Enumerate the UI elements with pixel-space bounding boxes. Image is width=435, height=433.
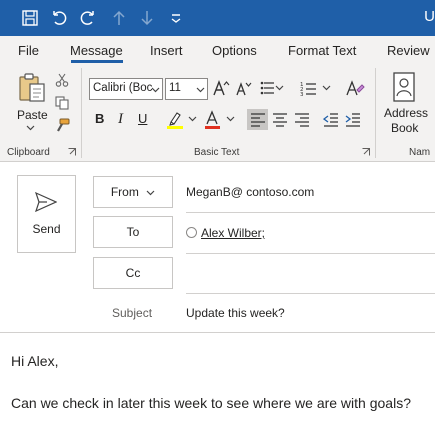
copy-icon[interactable] <box>55 96 69 110</box>
decrease-indent-icon[interactable] <box>323 112 339 128</box>
down-arrow-icon[interactable] <box>138 9 156 27</box>
increase-indent-icon[interactable] <box>345 112 361 128</box>
active-tab-indicator <box>71 60 123 63</box>
format-painter-icon[interactable] <box>54 118 70 134</box>
paste-icon[interactable] <box>17 72 47 104</box>
font-size-combo[interactable]: 11 <box>165 78 208 100</box>
names-group-label: Nam <box>409 147 431 158</box>
font-size-value: 11 <box>169 82 181 94</box>
ribbon-separator <box>81 68 82 158</box>
address-book-label-line1[interactable]: Address <box>384 106 428 120</box>
numbering-icon[interactable]: 123 <box>300 80 318 96</box>
save-icon[interactable] <box>21 9 39 27</box>
message-greeting[interactable]: Hi Alex, <box>11 353 58 369</box>
send-button[interactable] <box>17 175 76 253</box>
align-left-icon[interactable] <box>250 112 266 128</box>
svg-text:3: 3 <box>300 92 304 96</box>
basic-text-group-label: Basic Text <box>194 147 240 158</box>
window-title: U <box>424 8 435 25</box>
font-name-combo[interactable]: Calibri (Boc <box>89 78 163 100</box>
subject-label: Subject <box>112 306 153 320</box>
tab-insert[interactable]: Insert <box>150 43 183 58</box>
align-right-icon[interactable] <box>294 112 310 128</box>
to-button[interactable]: To <box>93 216 173 248</box>
font-color-chevron-icon[interactable] <box>226 114 235 123</box>
tab-file[interactable]: File <box>18 43 39 58</box>
font-color-icon[interactable] <box>203 110 223 130</box>
send-icon <box>35 192 57 212</box>
from-chevron-icon <box>146 190 155 196</box>
tab-options[interactable]: Options <box>212 43 257 58</box>
redo-icon[interactable] <box>79 9 97 27</box>
paste-label[interactable]: Paste <box>17 108 48 122</box>
italic-button[interactable]: I <box>118 111 123 128</box>
ribbon-tabs: File Message Insert Options Format Text … <box>0 36 435 64</box>
clipboard-dialog-launcher-icon[interactable] <box>68 148 76 156</box>
tab-message[interactable]: Message <box>70 43 123 58</box>
font-name-chevron-icon <box>151 87 160 93</box>
message-line[interactable]: Can we check in later this week to see w… <box>11 395 411 411</box>
highlight-chevron-icon[interactable] <box>188 114 197 123</box>
grow-font-icon[interactable] <box>212 79 230 97</box>
underline-button[interactable]: U <box>138 111 147 126</box>
from-button[interactable]: From <box>93 176 173 208</box>
cc-button[interactable]: Cc <box>93 257 173 289</box>
align-center-icon[interactable] <box>272 112 288 128</box>
paste-dropdown-chevron-icon[interactable] <box>26 123 35 132</box>
to-recipient[interactable]: Alex Wilber; <box>201 226 265 240</box>
recipient-presence-icon <box>186 227 197 238</box>
bullets-chevron-icon[interactable] <box>275 83 284 92</box>
font-name-value: Calibri (Boc <box>93 82 153 94</box>
address-book-label-line2[interactable]: Book <box>391 121 418 135</box>
clipboard-group-label: Clipboard <box>7 147 50 158</box>
address-book-icon[interactable] <box>392 72 416 102</box>
bold-button[interactable]: B <box>95 111 104 126</box>
subject-divider <box>0 332 435 333</box>
basic-text-dialog-launcher-icon[interactable] <box>362 148 370 156</box>
from-label: From <box>110 185 139 199</box>
highlight-icon[interactable] <box>166 110 186 130</box>
subject-field[interactable]: Update this week? <box>186 306 285 320</box>
undo-icon[interactable] <box>50 9 68 27</box>
ribbon-separator-2 <box>375 68 376 158</box>
send-label: Send <box>32 222 61 236</box>
up-arrow-icon[interactable] <box>110 9 128 27</box>
tab-review[interactable]: Review <box>387 43 430 58</box>
cut-icon[interactable] <box>55 73 69 87</box>
tab-format-text[interactable]: Format Text <box>288 43 356 58</box>
cc-divider <box>186 293 435 294</box>
clear-formatting-icon[interactable] <box>345 78 365 98</box>
from-address[interactable]: MeganB@ contoso.com <box>186 185 314 199</box>
cc-label: Cc <box>125 266 141 280</box>
title-bar: U <box>0 0 435 36</box>
font-size-chevron-icon <box>196 87 205 93</box>
from-divider <box>186 212 435 213</box>
customize-quick-access-icon[interactable] <box>167 9 185 27</box>
numbering-chevron-icon[interactable] <box>322 83 331 92</box>
to-label: To <box>126 225 140 239</box>
to-divider <box>186 253 435 254</box>
